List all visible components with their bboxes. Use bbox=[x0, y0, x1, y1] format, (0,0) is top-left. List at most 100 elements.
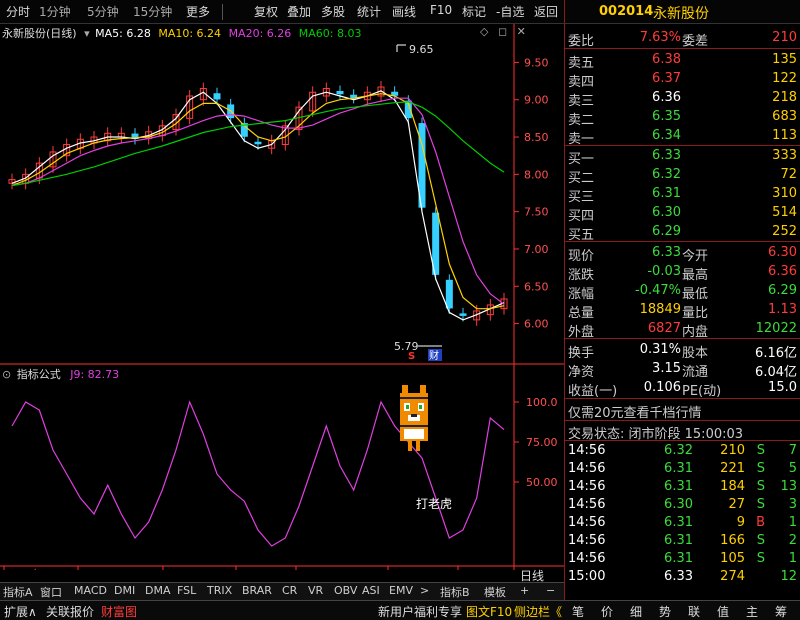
more-menu[interactable]: 更多 bbox=[186, 3, 210, 20]
stat-label-left: 现价 bbox=[568, 249, 595, 264]
finance-marker[interactable]: 财 bbox=[429, 349, 439, 362]
indicator-tab[interactable]: 模板 bbox=[484, 584, 506, 600]
stat-label-right: 量比 bbox=[682, 306, 709, 321]
status-mid-item[interactable]: 图文F10 bbox=[466, 603, 512, 620]
weibi-row: 委比 7.63% 委差 210 bbox=[565, 29, 800, 49]
buy-level-row: 买五 6.29 252 bbox=[565, 223, 800, 243]
indicator-tab[interactable]: EMV bbox=[389, 584, 413, 597]
status-tab[interactable]: 主 bbox=[746, 603, 758, 620]
sell-volume: 683 bbox=[772, 109, 797, 124]
high-price-label: 9.65 bbox=[409, 43, 434, 56]
status-tab[interactable]: 笔 bbox=[572, 603, 584, 620]
tab-5min[interactable]: 5分钟 bbox=[87, 3, 119, 20]
buy-price: 6.31 bbox=[652, 186, 681, 201]
adjust-button[interactable]: 复权 bbox=[254, 3, 278, 20]
indicator-tab[interactable]: BRAR bbox=[242, 584, 272, 597]
candle-body bbox=[254, 141, 262, 145]
status-tab[interactable]: 价 bbox=[601, 603, 613, 620]
indicator-name[interactable]: 指标公式 bbox=[17, 368, 61, 381]
draw-line-button[interactable]: 画线 bbox=[392, 3, 416, 20]
f10-button[interactable]: F10 bbox=[430, 3, 452, 17]
close-icon[interactable]: ✕ bbox=[517, 25, 526, 38]
buy-level-row: 买四 6.30 514 bbox=[565, 204, 800, 224]
status-bar: 扩展∧ 关联报价 财富图 新用户福利专享 图文F10 侧边栏《笔价细势联值主筹 bbox=[0, 600, 800, 620]
back-button[interactable]: 返回 bbox=[534, 3, 558, 20]
indicator-tab[interactable]: 指标B bbox=[440, 584, 470, 600]
tick-count: 3 bbox=[788, 497, 797, 512]
status-tab[interactable]: 联 bbox=[688, 603, 700, 620]
indicator-tab[interactable]: MACD bbox=[74, 584, 107, 597]
ma60-legend: MA60: 8.03 bbox=[298, 27, 362, 40]
indicator-tab[interactable]: − bbox=[546, 584, 555, 597]
legend-toggle-icon[interactable]: ▾ bbox=[84, 27, 90, 40]
ma5-legend: MA5: 6.28 bbox=[95, 27, 151, 40]
status-tab[interactable]: 细 bbox=[630, 603, 642, 620]
tick-side: S bbox=[756, 479, 765, 494]
status-left-item[interactable]: 扩展∧ bbox=[4, 603, 37, 620]
status-tab[interactable]: 筹 bbox=[775, 603, 787, 620]
status-tab[interactable]: 值 bbox=[717, 603, 729, 620]
indicator-tab[interactable]: DMA bbox=[145, 584, 171, 597]
candle-body bbox=[391, 91, 399, 96]
chart-window-controls[interactable]: ◇ ◻ ✕ bbox=[480, 25, 526, 38]
tick-row: 14:56 6.31 9 B 1 bbox=[565, 514, 800, 533]
status-left-item[interactable]: 关联报价 bbox=[46, 603, 94, 620]
fund-value-left: 0.106 bbox=[643, 380, 681, 395]
fund-label-right: 流通 bbox=[682, 365, 709, 380]
stat-value-right: 6.29 bbox=[768, 283, 797, 298]
tab-intraday[interactable]: 分时 bbox=[6, 3, 30, 20]
mark-button[interactable]: 标记 bbox=[462, 3, 486, 20]
indicator-tab[interactable]: OBV bbox=[334, 584, 357, 597]
chart-frame bbox=[0, 24, 564, 570]
time-tick-label: 5 bbox=[460, 568, 467, 570]
tab-15min[interactable]: 15分钟 bbox=[133, 3, 172, 20]
indicator-tab[interactable]: TRIX bbox=[207, 584, 232, 597]
indicator-menu-icon[interactable]: ⊙ bbox=[2, 368, 11, 381]
statistics-button[interactable]: 统计 bbox=[357, 3, 381, 20]
tick-price: 6.33 bbox=[664, 569, 693, 584]
signal-s-marker[interactable]: S bbox=[408, 351, 415, 362]
fund-value-left: 3.15 bbox=[652, 361, 681, 376]
stat-value-left: 18849 bbox=[639, 302, 681, 317]
indicator-tab[interactable]: FSL bbox=[177, 584, 196, 597]
tick-price: 6.31 bbox=[664, 533, 693, 548]
status-mid-item[interactable]: 侧边栏《 bbox=[514, 603, 562, 620]
indicator-tab[interactable]: CR bbox=[282, 584, 297, 597]
indicator-tab[interactable]: 窗口 bbox=[40, 584, 62, 600]
indicator-tab[interactable]: ASI bbox=[362, 584, 380, 597]
tick-price: 6.30 bbox=[664, 497, 693, 512]
status-mid-item[interactable]: 新用户福利专享 bbox=[378, 603, 462, 620]
stock-app: 分时 1分钟 5分钟 15分钟 更多 复权 叠加 多股 统计 画线 F10 标记… bbox=[0, 0, 800, 620]
kline-chart[interactable]: 6.00 6.50 7.00 7.50 8.00 8.50 9.00 9.50 50.00 75… bbox=[0, 24, 564, 570]
sell-level-label: 卖四 bbox=[568, 75, 595, 90]
toolbar-divider bbox=[222, 4, 223, 20]
tick-side: S bbox=[756, 533, 765, 548]
indicator-tab[interactable]: DMI bbox=[114, 584, 135, 597]
stat-value-right: 12022 bbox=[755, 321, 797, 336]
promo-link[interactable]: 仅需20元查看千档行情 bbox=[568, 402, 702, 421]
time-axis: 2021年1212345 bbox=[3, 566, 467, 570]
tick-count: 1 bbox=[788, 515, 797, 530]
diamond-icon[interactable]: ◇ bbox=[480, 25, 488, 38]
price-tick-label: 6.50 bbox=[524, 280, 549, 293]
tick-side: S bbox=[756, 551, 765, 566]
price-tick-label: 7.00 bbox=[524, 243, 549, 256]
tick-volume: 274 bbox=[720, 569, 745, 584]
indicator-tab[interactable]: VR bbox=[308, 584, 323, 597]
overlay-button[interactable]: 叠加 bbox=[287, 3, 311, 20]
tiger-icon[interactable] bbox=[400, 385, 428, 451]
expand-icon[interactable]: ◻ bbox=[498, 25, 507, 38]
status-left-item[interactable]: 财富图 bbox=[101, 603, 137, 620]
watchlist-button[interactable]: -自选 bbox=[496, 3, 524, 20]
indicator-tab[interactable]: + bbox=[520, 584, 529, 597]
status-tab[interactable]: 势 bbox=[659, 603, 671, 620]
time-tick-label: 1 bbox=[165, 568, 172, 570]
indicator-tab[interactable]: > bbox=[420, 584, 429, 597]
tab-1min[interactable]: 1分钟 bbox=[39, 3, 71, 20]
period-label[interactable]: 日线 bbox=[520, 567, 544, 584]
buy-price: 6.33 bbox=[652, 148, 681, 163]
tick-side: S bbox=[756, 497, 765, 512]
multi-stock-button[interactable]: 多股 bbox=[321, 3, 345, 20]
indicator-tab[interactable]: 指标A bbox=[3, 584, 33, 600]
time-tick-label: 2 bbox=[238, 568, 245, 570]
